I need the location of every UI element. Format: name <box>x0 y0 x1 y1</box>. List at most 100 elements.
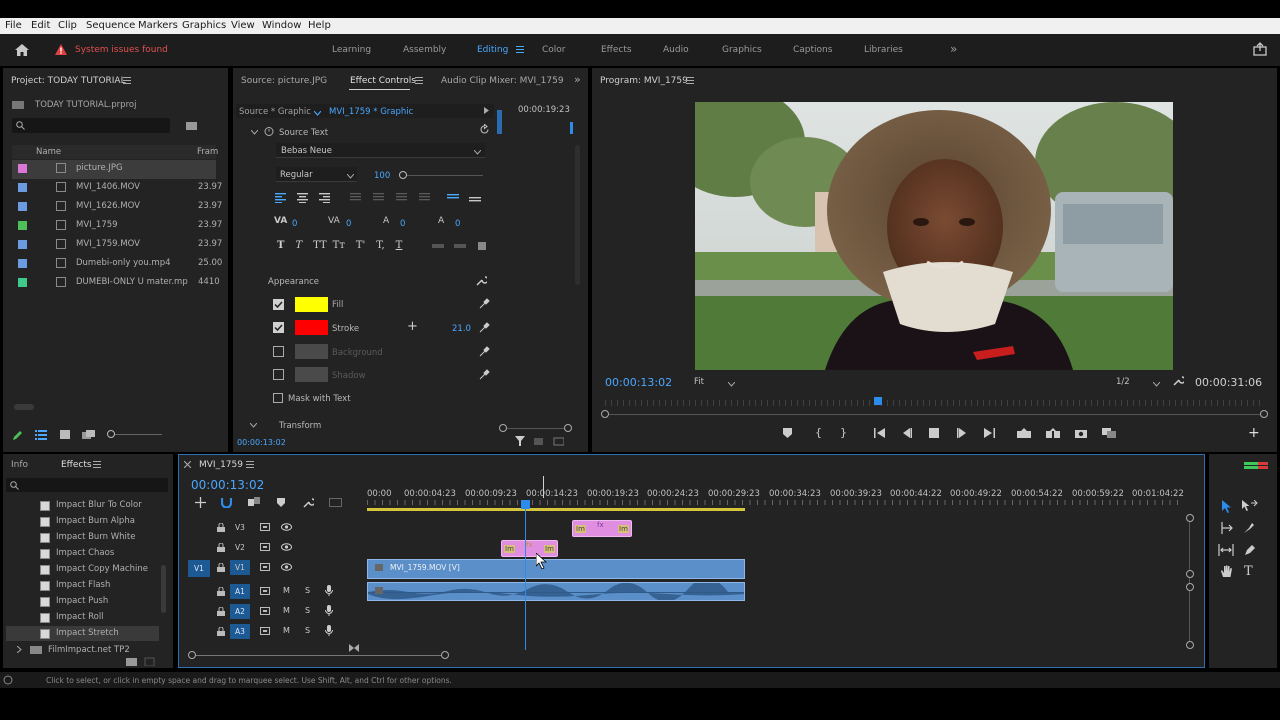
sync-lock-icon[interactable] <box>260 587 270 598</box>
track-target-a3[interactable]: A3 <box>230 624 250 639</box>
source-patch-v1[interactable]: V1 <box>188 560 210 577</box>
add-marker-icon[interactable] <box>783 428 792 441</box>
tab-effect-controls[interactable]: Effect Controls <box>350 76 416 86</box>
eyedropper-icon[interactable] <box>479 322 490 336</box>
label-color-chip[interactable] <box>18 259 27 268</box>
timeline-playhead-handle[interactable] <box>521 500 530 509</box>
nest-toggle-icon[interactable] <box>195 497 206 511</box>
track-target-v2[interactable]: V2 <box>230 540 250 555</box>
wrench-icon[interactable] <box>303 497 316 511</box>
eye-icon[interactable] <box>281 563 292 574</box>
workspace-graphics[interactable]: Graphics <box>722 45 762 55</box>
add-stroke-icon[interactable]: + <box>407 319 418 334</box>
lift-icon[interactable] <box>1017 428 1031 441</box>
eye-icon[interactable] <box>281 543 292 554</box>
hand-tool-icon[interactable] <box>1220 565 1233 581</box>
ec-scroll-thumb[interactable] <box>570 122 573 134</box>
label-color-chip[interactable] <box>18 183 27 192</box>
mark-in-icon[interactable]: { <box>815 426 822 439</box>
new-bin-icon[interactable] <box>126 657 156 669</box>
add-marker-icon[interactable] <box>277 498 285 510</box>
label-color-chip[interactable] <box>18 278 27 287</box>
shadow-checkbox[interactable] <box>273 369 284 380</box>
microphone-icon[interactable] <box>325 605 333 619</box>
menu-graphics[interactable]: Graphics <box>182 20 226 31</box>
lock-icon[interactable] <box>217 586 225 599</box>
stroke-width-value[interactable]: 21.0 <box>452 324 471 334</box>
step-forward-icon[interactable] <box>957 428 967 441</box>
type-tool-icon[interactable]: T <box>1244 564 1253 579</box>
mute-button[interactable]: M <box>283 606 290 615</box>
ripple-edit-tool-icon[interactable] <box>1220 522 1234 537</box>
ec-scrollbar[interactable] <box>575 145 580 285</box>
export-icon[interactable] <box>534 436 565 449</box>
panel-menu-icon[interactable] <box>93 461 101 471</box>
eyedropper-icon[interactable] <box>479 298 490 312</box>
workspace-menu-icon[interactable] <box>516 46 524 56</box>
effects-scrollbar[interactable] <box>161 565 166 613</box>
menu-view[interactable]: View <box>231 20 255 31</box>
program-scrubber-handle-right[interactable] <box>1260 410 1268 418</box>
program-playhead[interactable] <box>874 397 882 405</box>
eyedropper-icon[interactable] <box>479 346 490 360</box>
workspace-audio[interactable]: Audio <box>663 45 689 55</box>
tab-audio-clip-mixer[interactable]: Audio Clip Mixer: MVI_1759 <box>441 76 564 86</box>
kerning-value[interactable]: 0 <box>346 219 351 229</box>
tab-stops-icon[interactable] <box>432 241 492 254</box>
home-icon[interactable] <box>14 43 30 60</box>
workspace-color[interactable]: Color <box>542 45 566 55</box>
lock-icon[interactable] <box>217 542 225 555</box>
timeline-tab[interactable]: MVI_1759 <box>199 460 243 470</box>
stop-icon[interactable] <box>929 428 939 441</box>
menu-window[interactable]: Window <box>262 20 301 31</box>
align-top-icon[interactable] <box>447 193 487 206</box>
hscroll-handle-left[interactable] <box>188 651 196 659</box>
ec-scroll-handle-left[interactable] <box>499 424 507 432</box>
share-icon[interactable] <box>1253 42 1267 59</box>
disclosure-triangle-icon[interactable] <box>249 421 258 431</box>
align-right-icon[interactable] <box>319 193 330 206</box>
project-item-row[interactable]: MVI_1759.MOV 23.97 <box>12 236 222 255</box>
sync-lock-icon[interactable] <box>260 523 270 534</box>
leading-value[interactable]: 0 <box>400 219 405 229</box>
workspace-more[interactable]: » <box>950 42 957 56</box>
program-video-frame[interactable] <box>695 102 1173 370</box>
tab-source[interactable]: Source: picture.JPG <box>241 76 327 86</box>
menu-clip[interactable]: Clip <box>58 20 77 31</box>
workspace-assembly[interactable]: Assembly <box>403 45 446 55</box>
tab-effects[interactable]: Effects <box>61 460 92 470</box>
comparison-view-icon[interactable] <box>1102 428 1116 441</box>
pencil-icon[interactable] <box>12 430 23 444</box>
vscroll-handle[interactable] <box>1186 641 1194 649</box>
program-timecode[interactable]: 00:00:13:02 <box>605 376 672 389</box>
extract-icon[interactable] <box>1046 428 1060 441</box>
zoom-to-fit-icon[interactable] <box>349 644 359 655</box>
razor-tool-icon[interactable] <box>1243 522 1255 537</box>
button-editor-icon[interactable]: + <box>1248 425 1260 441</box>
effects-folder-label[interactable]: FilmImpact.net TP2 <box>48 645 130 655</box>
align-center-icon[interactable] <box>297 193 308 206</box>
timeline-timecode[interactable]: 00:00:13:02 <box>191 478 264 492</box>
panel-menu-icon[interactable] <box>686 77 694 87</box>
filter-icon[interactable] <box>515 436 525 449</box>
list-view-icon[interactable] <box>35 430 47 443</box>
font-size-slider-handle[interactable] <box>399 171 407 179</box>
project-search-input[interactable] <box>12 118 170 133</box>
project-item-row[interactable]: DUMEBI-ONLY U mater.mp 4410 <box>12 274 220 293</box>
disclosure-triangle-icon[interactable] <box>16 645 22 656</box>
lock-icon[interactable] <box>217 606 225 619</box>
font-size-slider[interactable] <box>403 175 483 176</box>
ec-scroll-handle-right[interactable] <box>564 424 572 432</box>
camera-icon[interactable] <box>1075 428 1087 441</box>
project-item-row[interactable]: picture.JPG <box>12 160 216 179</box>
stroke-checkbox[interactable] <box>273 322 284 333</box>
menu-edit[interactable]: Edit <box>31 20 50 31</box>
stopwatch-icon[interactable] <box>264 126 274 139</box>
pen-tool-icon[interactable] <box>1244 544 1256 559</box>
label-color-chip[interactable] <box>18 164 27 173</box>
col-name-header[interactable]: Name <box>36 147 61 157</box>
align-left-icon[interactable] <box>275 193 286 206</box>
go-to-in-icon[interactable] <box>874 428 885 441</box>
tab-info[interactable]: Info <box>11 460 28 470</box>
play-only-icon[interactable] <box>484 107 489 117</box>
